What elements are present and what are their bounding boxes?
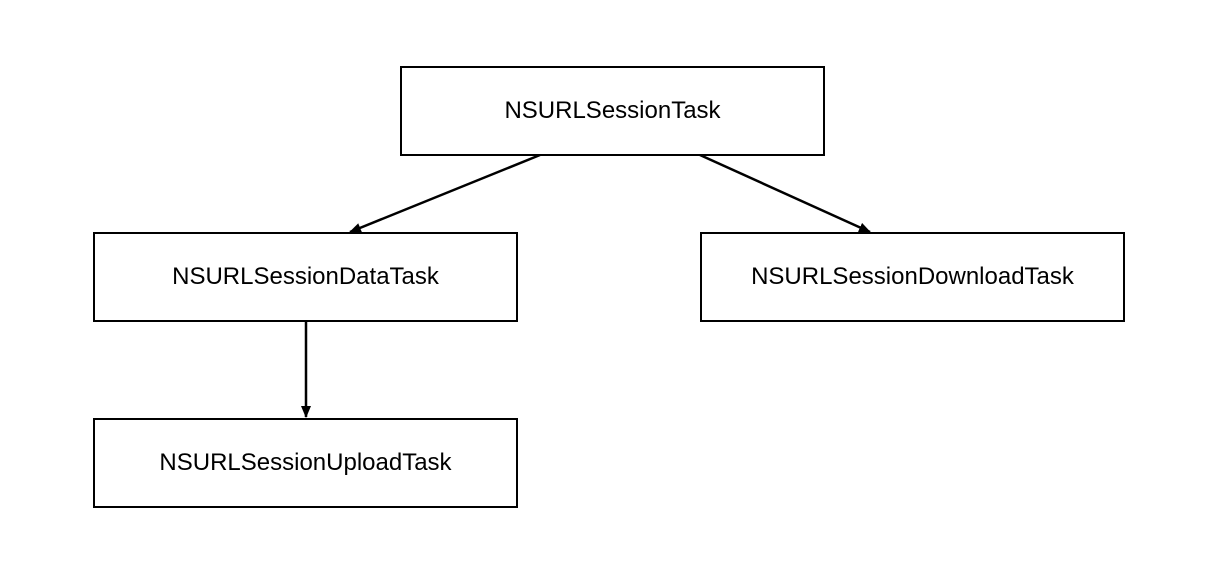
node-data-label: NSURLSessionDataTask [172,263,439,291]
node-data: NSURLSessionDataTask [93,232,518,322]
node-root: NSURLSessionTask [400,66,825,156]
node-root-label: NSURLSessionTask [504,97,720,125]
diagram-canvas: NSURLSessionTask NSURLSessionDataTask NS… [0,0,1224,588]
node-download: NSURLSessionDownloadTask [700,232,1125,322]
node-upload: NSURLSessionUploadTask [93,418,518,508]
edge-root-to-data [350,155,540,232]
edge-root-to-download [700,155,870,232]
node-upload-label: NSURLSessionUploadTask [159,449,451,477]
node-download-label: NSURLSessionDownloadTask [751,263,1074,291]
